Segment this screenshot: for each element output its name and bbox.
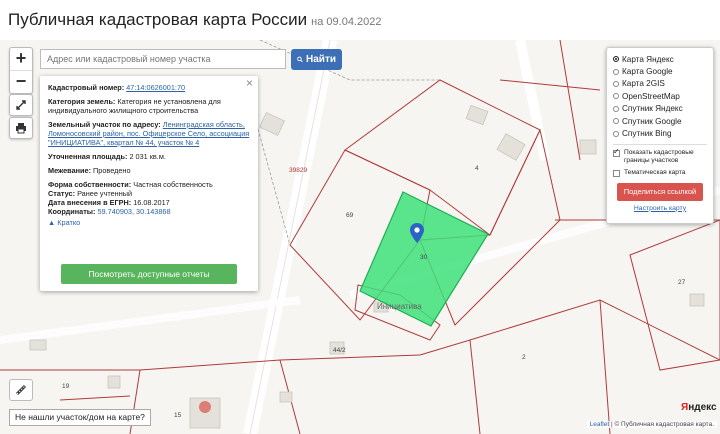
address-row: Земельный участок по адресу: Ленинградск… [48, 120, 250, 147]
print-button[interactable] [9, 117, 33, 139]
measure-button[interactable] [9, 379, 33, 401]
area-row: Уточненная площадь: 2 031 кв.м. [48, 152, 250, 161]
coords-row: Координаты: 59.740903, 30.143868 [48, 207, 250, 216]
brief-label: Кратко [57, 218, 81, 227]
cadastral-number-row: Кадастровый номер: 47:14:0626001:70 [48, 83, 250, 92]
radio-selected-icon [613, 56, 619, 63]
survey-value: Проведено [93, 166, 131, 175]
category-label: Категория земель: [48, 97, 116, 106]
parcel-info-card: × Кадастровый номер: 47:14:0626001:70 Ка… [40, 76, 258, 291]
thematic-map-label: Тематическая карта [624, 168, 686, 176]
map-label-30: 30 [420, 254, 428, 261]
status-label: Статус: [48, 189, 76, 198]
egrn-row: Дата внесения в ЕГРН: 16.08.2017 [48, 198, 250, 207]
layer-option[interactable]: OpenStreetMap [613, 90, 707, 102]
zoom-control: + − [9, 47, 33, 94]
ruler-icon [15, 384, 27, 396]
thematic-map-checkbox[interactable]: Тематическая карта [613, 169, 707, 177]
radio-icon [613, 93, 619, 100]
checkbox-icon [613, 169, 620, 177]
layer-option[interactable]: Карта Яндекс [613, 53, 707, 65]
map-layers-panel: Карта Яндекс Карта Google Карта 2GIS OpenSt… [606, 47, 714, 224]
expand-icon [16, 100, 26, 110]
show-borders-checkbox[interactable]: Показать кадастровые границы участков [613, 148, 707, 165]
map-label-2: 2 [522, 354, 526, 361]
zoom-out-button[interactable]: − [10, 70, 32, 93]
status-value: Ранее учтенный [77, 189, 133, 198]
map-label-39829: 39829 [289, 167, 308, 174]
radio-icon [613, 130, 619, 137]
map-label-69: 69 [346, 212, 354, 219]
survey-row: Межевание: Проведено [48, 166, 250, 175]
map-label-4: 4 [475, 165, 479, 172]
location-pin-icon[interactable] [410, 223, 424, 243]
layer-option-label: OpenStreetMap [622, 91, 680, 101]
cadastral-number-label: Кадастровый номер: [48, 83, 125, 92]
layer-option-label: Карта Google [622, 67, 673, 77]
layer-option[interactable]: Спутник Яндекс [613, 103, 707, 115]
layer-option[interactable]: Спутник Google [613, 115, 707, 127]
title-text: Публичная кадастровая карта России [8, 10, 308, 29]
brief-toggle[interactable]: ▲ Кратко [48, 218, 250, 227]
category-row: Категория земель: Категория не установле… [48, 97, 250, 115]
search-input[interactable] [40, 49, 286, 69]
minus-icon: − [15, 71, 27, 91]
title-date: на 09.04.2022 [311, 16, 382, 28]
layer-option[interactable]: Спутник Bing [613, 127, 707, 139]
coords-value[interactable]: 59.740903, 30.143868 [98, 207, 171, 216]
divider [613, 143, 707, 145]
survey-label: Межевание: [48, 166, 92, 175]
layer-option-label: Карта 2GIS [622, 79, 665, 89]
radio-icon [613, 105, 619, 112]
address-label: Земельный участок по адресу: [48, 120, 161, 129]
share-link-button[interactable]: Поделиться ссылкой [617, 182, 703, 201]
ownership-value: Частная собственность [133, 180, 213, 189]
search-button[interactable]: Найти [291, 49, 342, 70]
radio-icon [613, 118, 619, 125]
map-label-27: 27 [678, 279, 686, 286]
search-button-label: Найти [306, 54, 336, 65]
map-label-44-2: 44/2 [333, 347, 346, 354]
not-found-link[interactable]: Не нашли участок/дом на карте? [9, 409, 151, 426]
checkbox-checked-icon [613, 148, 620, 157]
fullscreen-button[interactable] [9, 94, 33, 116]
area-label: Уточненная площадь: [48, 152, 128, 161]
layer-option-label: Спутник Bing [622, 129, 672, 139]
layer-options: Карта Яндекс Карта Google Карта 2GIS OpenSt… [613, 53, 707, 140]
page-title: Публичная кадастровая карта России на 09.… [8, 10, 381, 30]
page-header: Публичная кадастровая карта России на 09.… [0, 0, 720, 40]
search-icon [297, 56, 303, 63]
triangle-up-icon: ▲ [48, 218, 56, 227]
coords-label: Координаты: [48, 207, 96, 216]
egrn-value: 16.08.2017 [133, 198, 170, 207]
egrn-label: Дата внесения в ЕГРН: [48, 198, 132, 207]
ownership-label: Форма собственности: [48, 180, 132, 189]
layer-option-label: Спутник Google [622, 116, 682, 126]
ownership-row: Форма собственности: Частная собственнос… [48, 180, 250, 189]
plus-icon: + [15, 48, 27, 68]
map-label-19: 19 [62, 383, 70, 390]
configure-map-link[interactable]: Настроить карту [613, 205, 707, 212]
view-reports-button[interactable]: Посмотреть доступные отчеты [61, 264, 237, 284]
layer-option[interactable]: Карта Google [613, 65, 707, 77]
close-icon[interactable]: × [246, 77, 253, 89]
map-street-label: Инициатива [377, 302, 422, 311]
radio-icon [613, 80, 619, 87]
radio-icon [613, 68, 619, 75]
attribution-text: | © Публичная кадастровая карта. [610, 421, 714, 428]
yandex-logo: Яндекс [681, 402, 717, 413]
show-borders-label: Показать кадастровые границы участков [624, 148, 694, 164]
cadastral-number-link[interactable]: 47:14:0626001:70 [126, 83, 185, 92]
layer-option-label: Спутник Яндекс [622, 104, 683, 114]
leaflet-link[interactable]: Leaflet [590, 421, 610, 428]
layer-option[interactable]: Карта 2GIS [613, 78, 707, 90]
map-attribution: Leaflet | © Публичная кадастровая карта. [586, 421, 717, 428]
status-row: Статус: Ранее учтенный [48, 189, 250, 198]
printer-icon [16, 123, 26, 134]
yandex-logo-rest: ндекс [688, 402, 717, 413]
zoom-in-button[interactable]: + [10, 48, 32, 70]
area-value: 2 031 кв.м. [129, 152, 166, 161]
layer-option-label: Карта Яндекс [622, 54, 674, 64]
map-label-15: 15 [174, 412, 182, 419]
